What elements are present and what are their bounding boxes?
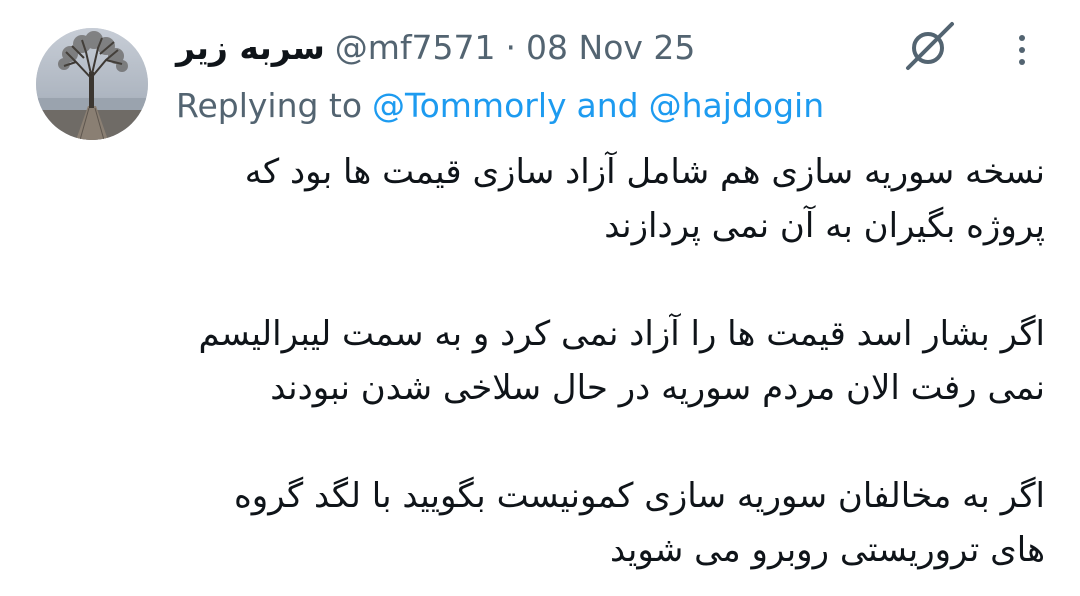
text-line: نسخه سوریه سازی هم شامل آزاد سازی قیمت ه… <box>244 152 1045 192</box>
text-line: پروژه بگیران به آن نمی پردازند <box>604 206 1045 246</box>
text-line: های تروریستی روبرو می شوید <box>610 530 1045 570</box>
text-line: نمی رفت الان مردم سوریه در حال سلاخی شدن… <box>270 368 1045 408</box>
tweet-date[interactable]: 08 Nov 25 <box>526 28 695 67</box>
more-options-icon[interactable] <box>1008 30 1036 70</box>
tweet[interactable]: سربه زیر @mf7571 · 08 Nov 25 Replying to… <box>0 0 1080 596</box>
mention-hajdogin[interactable]: @hajdogin <box>649 86 824 125</box>
tweet-header: سربه زیر @mf7571 · 08 Nov 25 <box>176 24 695 70</box>
paragraph-2: اگر بشار اسد قیمت ها را آزاد نمی کرد و ب… <box>150 307 1045 415</box>
display-name[interactable]: سربه زیر <box>176 28 325 67</box>
text-line: اگر بشار اسد قیمت ها را آزاد نمی کرد و ب… <box>198 314 1045 354</box>
replying-to-label: Replying to <box>176 85 363 125</box>
grok-icon[interactable] <box>904 20 956 72</box>
user-handle[interactable]: @mf7571 <box>335 28 496 67</box>
text-line: اگر به مخالفان سوریه سازی کمونیست بگویید… <box>233 476 1045 516</box>
replying-to-and: and <box>576 85 639 125</box>
mention-tommorly[interactable]: @Tommorly <box>372 86 567 125</box>
paragraph-1: نسخه سوریه سازی هم شامل آزاد سازی قیمت ه… <box>150 145 1045 253</box>
tweet-text: نسخه سوریه سازی هم شامل آزاد سازی قیمت ه… <box>150 145 1045 577</box>
avatar[interactable] <box>36 28 148 140</box>
avatar-image <box>36 28 148 140</box>
replying-to: Replying to @Tommorly and @hajdogin <box>176 80 824 130</box>
paragraph-3: اگر به مخالفان سوریه سازی کمونیست بگویید… <box>150 469 1045 577</box>
separator-dot: · <box>505 27 517 67</box>
